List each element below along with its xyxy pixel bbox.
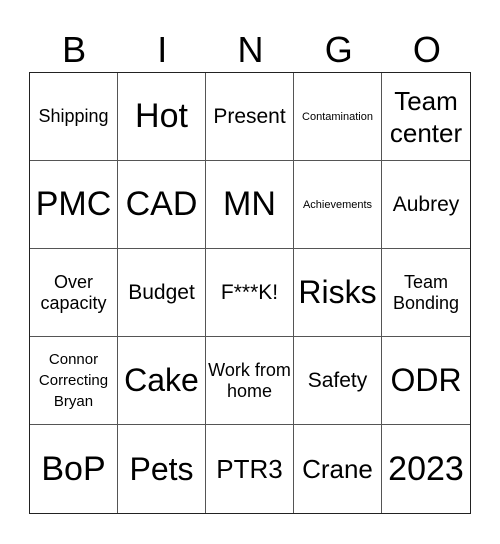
bingo-cell[interactable]: Team center [382, 73, 470, 161]
bingo-cell[interactable]: Team Bonding [382, 249, 470, 337]
bingo-cell[interactable]: Hot [118, 73, 206, 161]
bingo-card-grid: Shipping Hot Present Contamination Team … [29, 72, 471, 514]
bingo-cell[interactable]: Work from home [206, 337, 294, 425]
bingo-cell[interactable]: Budget [118, 249, 206, 337]
bingo-cell[interactable]: BoP [30, 425, 118, 513]
bingo-cell[interactable]: F***K! [206, 249, 294, 337]
bingo-cell[interactable]: Present [206, 73, 294, 161]
bingo-cell[interactable]: 2023 [382, 425, 470, 513]
bingo-cell[interactable]: Risks [294, 249, 382, 337]
bingo-cell[interactable]: PMC [30, 161, 118, 249]
bingo-cell[interactable]: Safety [294, 337, 382, 425]
bingo-cell[interactable]: Aubrey [382, 161, 470, 249]
bingo-cell[interactable]: PTR3 [206, 425, 294, 513]
bingo-header: B I N G O [30, 28, 471, 72]
header-letter-g: G [324, 29, 353, 70]
header-letter-o: O [412, 29, 441, 70]
bingo-cell[interactable]: Pets [118, 425, 206, 513]
bingo-cell[interactable]: CAD [118, 161, 206, 249]
header-letter-i: I [157, 29, 168, 70]
header-letter-b: B [62, 29, 87, 70]
bingo-cell[interactable]: Connor Correcting Bryan [30, 337, 118, 425]
bingo-cell[interactable]: Crane [294, 425, 382, 513]
bingo-cell[interactable]: ODR [382, 337, 470, 425]
bingo-cell[interactable]: Cake [118, 337, 206, 425]
bingo-cell[interactable]: Shipping [30, 73, 118, 161]
bingo-cell[interactable]: Achievements [294, 161, 382, 249]
header-letter-n: N [237, 29, 264, 70]
bingo-cell[interactable]: Contamination [294, 73, 382, 161]
bingo-cell[interactable]: Over capacity [30, 249, 118, 337]
bingo-cell[interactable]: MN [206, 161, 294, 249]
